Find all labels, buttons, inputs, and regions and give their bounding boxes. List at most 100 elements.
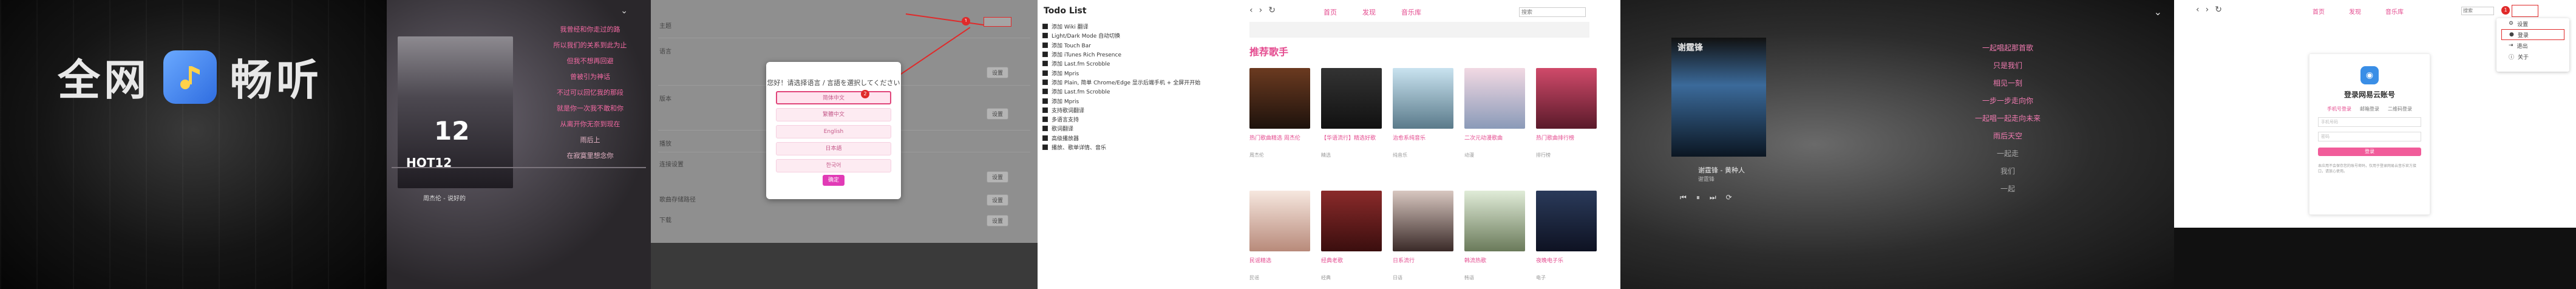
language-option[interactable]: English [776,125,891,138]
todo-item[interactable]: 添加 Wiki 翻译 [1042,22,1200,31]
search-input[interactable]: 搜索 [1519,7,1586,17]
settings-button[interactable]: 设置 [986,108,1008,120]
checkbox[interactable] [1042,117,1048,123]
step-marker: 1 [2501,6,2510,15]
login-button[interactable]: 登录 [2318,148,2421,156]
todo-item[interactable]: 添加 Last.fm Scrobble [1042,59,1200,68]
settings-panel: 主题 语言 设置 版本 设置 播放 连接设置 设置 歌曲存储路径 设置 下载 设… [651,0,1038,289]
phone-field[interactable]: 手机号码 [2318,117,2421,127]
nav-home[interactable]: 首页 [2313,7,2325,16]
language-option[interactable]: 简体中文 [776,91,891,104]
checkbox[interactable] [1042,42,1048,48]
nav-discover[interactable]: 发现 [2349,7,2361,16]
checkbox[interactable] [1042,70,1048,76]
artist-name: 谢霆锋 [1698,177,1715,183]
todo-item[interactable]: 添加 iTunes Rich Presence [1042,50,1200,59]
settings-button[interactable]: 设置 [986,194,1008,206]
playlist-card[interactable]: 韩流热歌 韩语 [1464,191,1525,281]
confirm-button[interactable]: 确定 [823,175,845,186]
tab-qrcode[interactable]: 二维码登录 [2388,106,2412,112]
todo-item[interactable]: 高级播放器 [1042,134,1200,143]
playlist-card[interactable]: 治愈系纯音乐 纯音乐 [1393,68,1453,158]
repeat-icon[interactable]: ⟳ [1726,193,1732,202]
checkbox[interactable] [1042,61,1048,67]
playlist-card[interactable]: 民谣精选 民谣 [1249,191,1310,281]
nav-home[interactable]: 首页 [1324,7,1337,17]
checkbox[interactable] [1042,98,1048,104]
settings-button[interactable]: 设置 [986,171,1008,183]
lyric-line: 一起走 [1996,149,2019,158]
menu-item-about[interactable]: ⓘ 关于 [2496,51,2569,62]
section-title: 推荐歌手 [1249,46,1289,58]
dialog-title: 您好！请选择语言 / 言語を選択してください [767,79,900,87]
highlighted-language-button[interactable] [984,17,1011,27]
settings-row-label: 语言 [659,49,671,55]
lyric-line: 从离开你无奈到现在 [560,120,620,128]
prev-icon[interactable]: ⏮ [1680,193,1687,202]
brand-logo: 全网 畅听 [58,46,322,107]
settings-button[interactable]: 设置 [986,215,1008,226]
search-input[interactable]: 搜索 [2461,7,2494,15]
next-icon[interactable]: ⏭ [1710,193,1716,202]
todo-item[interactable]: 支持歌词翻译 [1042,106,1200,115]
checkbox[interactable] [1042,52,1048,58]
forward-icon[interactable]: › [1259,5,1263,15]
nav-library[interactable]: 音乐库 [1401,7,1421,17]
top-nav: 首页 发现 音乐库 [1324,7,1421,17]
forward-icon[interactable]: › [2206,5,2209,15]
menu-item-settings[interactable]: ⚙ 设置 [2496,18,2569,29]
chevron-down-icon[interactable]: ⌄ [2154,6,2162,18]
todo-item[interactable]: 添加 Plain, 简单 Chrome/Edge 显示后端手机 + 全屏开开始 [1042,78,1200,87]
album-cover: 12 HOT12 [398,36,513,188]
tab-email[interactable]: 邮箱登录 [2360,106,2379,112]
checkbox[interactable] [1042,33,1048,39]
user-icon: ● [2509,32,2514,38]
todo-item[interactable]: 歌词翻译 [1042,124,1200,133]
language-option[interactable]: 한국어 [776,159,891,172]
menu-item-logout[interactable]: ⇥ 退出 [2496,40,2569,51]
language-dialog: 您好！请选择语言 / 言語を選択してください 简体中文 繁體中文 English… [766,62,901,199]
language-option[interactable]: 日本語 [776,142,891,155]
checkbox[interactable] [1042,126,1048,132]
todo-item[interactable]: 播放、歌单详情、音乐 [1042,143,1200,152]
todo-item[interactable]: 添加 Last.fm Scrobble [1042,87,1200,96]
player-small: ⌄ 12 HOT12 周杰伦 - 说好的 我曾经和你走过的路 所以我们的关系到此… [387,0,651,289]
settings-button[interactable]: 设置 [986,67,1008,78]
todo-item[interactable]: Light/Dark Mode 自动切换 [1042,31,1200,40]
playlist-card[interactable]: 经典老歌 经典 [1321,191,1382,281]
lyric-line: 在寂寞里想念你 [566,152,614,160]
login-panel: ‹ › ↻ 首页 发现 音乐库 搜索 1 ⚙ 设置 ● 登录 ⇥ 退出 ⓘ 关于 ◉ 登… [2174,0,2576,289]
netease-icon: ◉ [2360,66,2379,84]
progress-bar[interactable] [392,167,646,168]
playlist-card[interactable]: 二次元动漫歌曲 动漫 [1464,68,1525,158]
checkbox[interactable] [1042,135,1048,141]
todo-item[interactable]: 添加 Mpris [1042,96,1200,105]
password-field[interactable]: 密码 [2318,132,2421,141]
avatar-button[interactable] [2512,5,2538,17]
back-icon[interactable]: ‹ [2196,5,2200,15]
language-option[interactable]: 繁體中文 [776,108,891,121]
chevron-down-icon[interactable]: ⌄ [620,6,628,16]
checkbox[interactable] [1042,107,1048,113]
playlist-card[interactable]: 日系流行 日语 [1393,191,1453,281]
nav-discover[interactable]: 发现 [1362,7,1376,17]
pause-icon[interactable]: ⏸ [1696,193,1700,202]
checkbox[interactable] [1042,79,1048,85]
song-title: 谢霆锋 - 黄种人 [1698,166,1745,174]
checkbox[interactable] [1042,24,1048,30]
back-icon[interactable]: ‹ [1249,5,1253,15]
menu-item-login[interactable]: ● 登录 [2501,29,2564,40]
playlist-card[interactable]: 【华语流行】精选好歌 精选 [1321,68,1382,158]
playlist-card[interactable]: 热门歌曲精选 周杰伦 周杰伦 [1249,68,1310,158]
refresh-icon[interactable]: ↻ [1268,5,1276,15]
nav-library[interactable]: 音乐库 [2385,7,2404,16]
todo-item[interactable]: 添加 Touch Bar [1042,41,1200,50]
tab-phone[interactable]: 手机号登录 [2327,106,2351,112]
todo-item[interactable]: 多语言支持 [1042,115,1200,124]
checkbox[interactable] [1042,144,1048,150]
refresh-icon[interactable]: ↻ [2215,5,2222,15]
checkbox[interactable] [1042,89,1048,95]
playlist-card[interactable]: 夜晚电子乐 电子 [1536,191,1597,281]
playlist-card[interactable]: 热门歌曲排行榜 排行榜 [1536,68,1597,158]
todo-item[interactable]: 添加 Mpris [1042,68,1200,77]
